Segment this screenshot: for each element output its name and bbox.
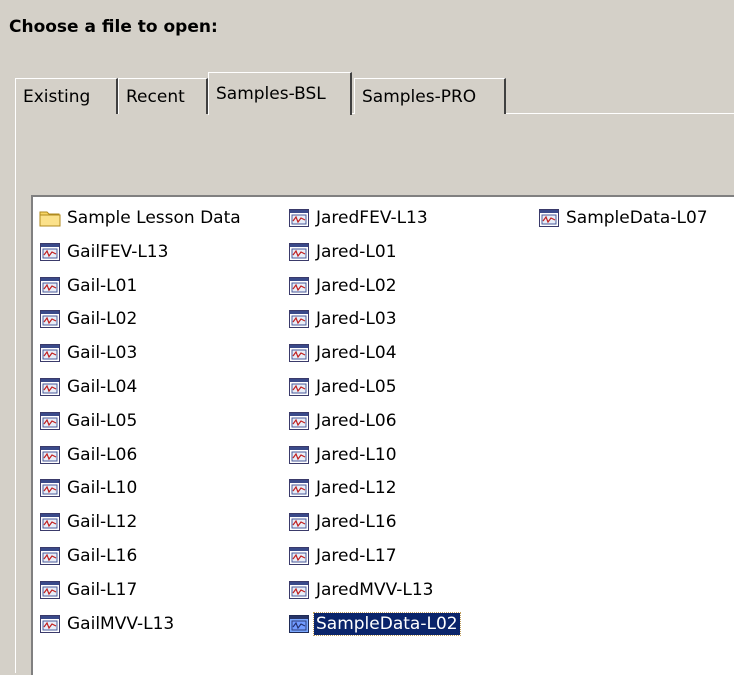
file-item[interactable]: Gail-L10 xyxy=(39,475,139,501)
tab-label: Recent xyxy=(126,87,185,107)
file-item[interactable]: GailMVV-L13 xyxy=(39,611,176,637)
file-name: Jared-L04 xyxy=(316,343,397,364)
file-item[interactable]: Gail-L06 xyxy=(39,442,139,468)
tab-samples-bsl[interactable]: Samples-BSL xyxy=(208,72,352,115)
file-name: Jared-L01 xyxy=(316,241,397,262)
file-item[interactable]: Gail-L05 xyxy=(39,408,139,434)
file-item[interactable]: JaredFEV-L13 xyxy=(288,205,430,231)
file-item[interactable]: Gail-L03 xyxy=(39,340,139,366)
file-name: Jared-L05 xyxy=(316,377,397,397)
data-file-icon xyxy=(288,445,310,465)
file-name: Gail-L12 xyxy=(67,512,138,533)
file-item[interactable]: Jared-L01 xyxy=(288,239,399,265)
file-name: GailMVV-L13 xyxy=(67,613,175,634)
data-file-icon xyxy=(39,343,61,363)
data-file-icon xyxy=(39,478,61,498)
file-name: Gail-L01 xyxy=(67,275,138,296)
file-item[interactable]: Jared-L12 xyxy=(288,475,399,501)
file-name: Gail-L05 xyxy=(67,410,138,431)
file-item[interactable]: JaredMVV-L13 xyxy=(288,577,435,603)
file-name: Gail-L03 xyxy=(67,343,138,364)
file-item[interactable]: Jared-L02 xyxy=(288,273,399,299)
file-name: Gail-L06 xyxy=(67,444,138,465)
data-file-icon xyxy=(288,377,310,397)
file-name: Gail-L10 xyxy=(67,478,138,499)
folder-item[interactable]: Sample Lesson Data xyxy=(39,205,243,231)
file-item[interactable]: Gail-L04 xyxy=(39,374,139,400)
file-name: Gail-L02 xyxy=(67,309,138,330)
data-file-icon xyxy=(538,208,560,228)
tab-label: Existing xyxy=(23,87,91,107)
data-file-icon xyxy=(39,580,61,600)
tab-samples-pro[interactable]: Samples-PRO xyxy=(354,78,506,114)
tab-existing[interactable]: Existing xyxy=(15,78,118,114)
data-file-icon xyxy=(288,546,310,566)
file-item[interactable]: GailFEV-L13 xyxy=(39,239,170,265)
file-name: SampleData-L07 xyxy=(566,208,708,228)
file-name: JaredMVV-L13 xyxy=(316,579,434,600)
file-name: Jared-L17 xyxy=(316,546,397,566)
data-file-icon xyxy=(288,309,310,329)
file-item[interactable]: Jared-L10 xyxy=(288,442,399,468)
file-name: Sample Lesson Data xyxy=(67,208,241,228)
data-file-icon xyxy=(39,411,61,431)
file-item[interactable]: Jared-L06 xyxy=(288,408,399,434)
file-name: JaredFEV-L13 xyxy=(316,208,428,228)
data-file-icon xyxy=(39,377,61,397)
data-file-icon xyxy=(288,343,310,363)
data-file-icon xyxy=(39,276,61,296)
file-name: Gail-L04 xyxy=(67,377,138,397)
file-item[interactable]: Gail-L16 xyxy=(39,543,139,569)
file-name: SampleData-L02 xyxy=(313,611,461,636)
file-name: Jared-L10 xyxy=(316,444,397,465)
data-file-icon xyxy=(288,478,310,498)
file-name: Gail-L17 xyxy=(67,579,138,600)
tab-strip: Existing Recent Samples-BSL Samples-PRO xyxy=(15,72,734,115)
file-item[interactable]: SampleData-L02 xyxy=(288,611,461,637)
file-name: Jared-L02 xyxy=(316,275,397,296)
data-file-icon xyxy=(288,276,310,296)
data-file-icon xyxy=(288,614,310,634)
file-item[interactable]: Gail-L01 xyxy=(39,273,139,299)
file-item[interactable]: Jared-L16 xyxy=(288,509,399,535)
data-file-icon xyxy=(39,614,61,634)
file-item[interactable]: Jared-L05 xyxy=(288,374,399,400)
file-list[interactable]: Sample Lesson Data GailFEV-L13 Gail-L01 Gai… xyxy=(31,195,734,675)
file-item[interactable]: Jared-L03 xyxy=(288,306,399,332)
folder-icon xyxy=(39,208,61,228)
tab-label: Samples-BSL xyxy=(216,84,326,104)
file-name: GailFEV-L13 xyxy=(67,241,169,262)
data-file-icon xyxy=(39,309,61,329)
file-name: Jared-L06 xyxy=(316,410,397,431)
data-file-icon xyxy=(288,208,310,228)
data-file-icon xyxy=(288,580,310,600)
file-name: Jared-L12 xyxy=(316,478,397,499)
file-item[interactable]: SampleData-L07 xyxy=(538,205,710,231)
file-item[interactable]: Gail-L12 xyxy=(39,509,139,535)
dialog-prompt: Choose a file to open: xyxy=(9,17,218,37)
file-item[interactable]: Gail-L02 xyxy=(39,306,139,332)
data-file-icon xyxy=(288,242,310,262)
data-file-icon xyxy=(288,411,310,431)
file-name: Gail-L16 xyxy=(67,546,138,566)
data-file-icon xyxy=(39,512,61,532)
file-item[interactable]: Jared-L04 xyxy=(288,340,399,366)
tab-recent[interactable]: Recent xyxy=(118,78,208,114)
data-file-icon xyxy=(288,512,310,532)
file-item[interactable]: Jared-L17 xyxy=(288,543,399,569)
file-name: Jared-L03 xyxy=(316,309,397,330)
data-file-icon xyxy=(39,242,61,262)
file-name: Jared-L16 xyxy=(316,512,397,533)
data-file-icon xyxy=(39,445,61,465)
tab-label: Samples-PRO xyxy=(362,87,477,107)
data-file-icon xyxy=(39,546,61,566)
file-item[interactable]: Gail-L17 xyxy=(39,577,139,603)
